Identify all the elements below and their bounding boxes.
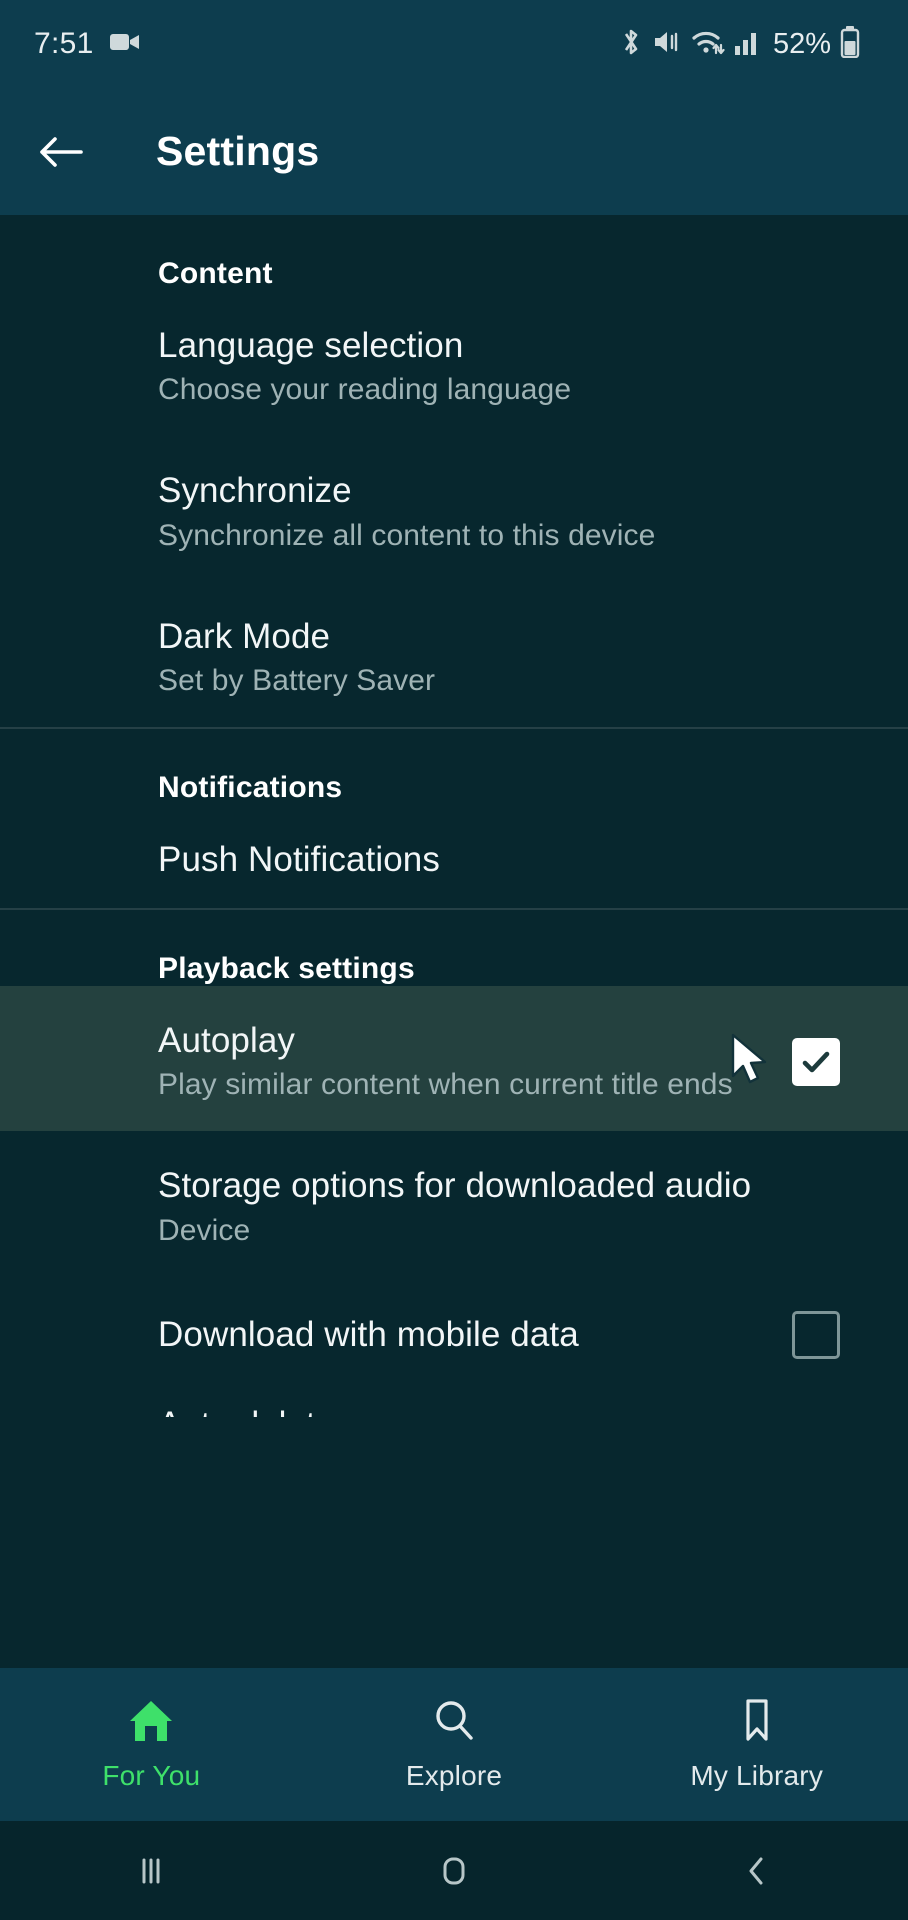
back-arrow-icon [40, 136, 83, 167]
video-camera-icon [109, 31, 140, 58]
setting-row-push-notifications[interactable]: Push Notifications [0, 805, 908, 908]
section-header-notifications: Notifications [158, 770, 343, 804]
row-texts: Download with mobile data [158, 1314, 792, 1355]
row-subtitle: Choose your reading language [158, 373, 572, 407]
battery-icon [840, 25, 860, 63]
setting-row-storage-options[interactable]: Storage options for downloaded audio Dev… [0, 1131, 908, 1276]
nav-item-explore[interactable]: Explore [303, 1697, 606, 1792]
page-title: Settings [156, 128, 320, 174]
nav-label-explore: Explore [405, 1760, 503, 1791]
row-texts: Language selection Choose your reading l… [158, 325, 868, 408]
row-subtitle: Device [158, 1213, 251, 1247]
nav-item-for-you[interactable]: For You [0, 1697, 303, 1792]
system-recents-button[interactable] [0, 1849, 303, 1893]
section-playback-settings: Playback settings Autoplay Play similar … [0, 910, 908, 1417]
cellular-signal-icon [734, 28, 760, 61]
download-mobile-data-checkbox[interactable] [792, 1310, 840, 1359]
status-time: 7:51 [34, 27, 94, 60]
autoplay-control-area [731, 1033, 840, 1086]
section-header-playback: Playback settings [158, 952, 415, 986]
bookmark-icon [732, 1697, 782, 1748]
row-subtitle: Play similar content when current title … [158, 1068, 733, 1102]
autoplay-checkbox[interactable] [792, 1037, 840, 1086]
home-icon [126, 1697, 176, 1748]
checkmark-icon [802, 1051, 830, 1073]
row-title: Language selection [158, 326, 464, 365]
row-texts: Autoplay Play similar content when curre… [158, 1020, 792, 1103]
setting-row-download-mobile-data[interactable]: Download with mobile data [0, 1277, 908, 1387]
row-subtitle: Set by Battery Saver [158, 663, 436, 697]
wifi-icon [691, 27, 725, 62]
row-title: Storage options for downloaded audio [158, 1166, 752, 1206]
phone-screen: 7:51 52% Settings Content Language selec… [0, 0, 908, 1920]
row-texts: Storage options for downloaded audio Dev… [158, 1165, 868, 1248]
system-home-button[interactable] [303, 1849, 606, 1893]
vibrate-icon [652, 27, 682, 62]
back-chevron-icon [749, 1857, 763, 1884]
system-back-button[interactable] [605, 1849, 908, 1893]
row-title: Download with mobile data [158, 1315, 579, 1355]
status-bar-left: 7:51 [34, 27, 140, 61]
android-system-nav-bar [0, 1821, 908, 1920]
home-square-icon [443, 1857, 465, 1884]
row-texts: Push Notifications [158, 839, 868, 880]
row-title: Dark Mode [158, 616, 331, 656]
setting-row-clipped[interactable]: Auto delete [0, 1387, 908, 1417]
setting-row-synchronize[interactable]: Synchronize Synchronize all content to t… [0, 436, 908, 581]
row-texts: Synchronize Synchronize all content to t… [158, 470, 868, 553]
app-bar: Settings [0, 88, 908, 215]
section-content: Content Language selection Choose your r… [0, 215, 908, 727]
row-subtitle: Synchronize all content to this device [158, 518, 656, 552]
setting-row-autoplay[interactable]: Autoplay Play similar content when curre… [0, 986, 908, 1132]
status-bar-right: 52% [619, 25, 874, 63]
nav-label-my-library: My Library [690, 1760, 824, 1791]
row-title: Synchronize [158, 471, 352, 511]
download-mobile-data-control-area [792, 1310, 840, 1359]
recents-icon [142, 1858, 160, 1883]
row-title: Push Notifications [158, 839, 440, 879]
battery-percent-label: 52% [772, 27, 831, 60]
nav-item-my-library[interactable]: My Library [605, 1697, 908, 1792]
status-bar: 7:51 52% [0, 0, 908, 88]
bluetooth-icon [619, 26, 643, 63]
setting-row-dark-mode[interactable]: Dark Mode Set by Battery Saver [0, 582, 908, 727]
search-icon [429, 1697, 479, 1748]
row-title: Autoplay [158, 1021, 296, 1061]
nav-label-for-you: For You [102, 1760, 201, 1791]
section-header-content: Content [158, 257, 273, 290]
section-notifications: Notifications Push Notifications [0, 729, 908, 908]
row-texts: Dark Mode Set by Battery Saver [158, 616, 868, 699]
setting-row-language-selection[interactable]: Language selection Choose your reading l… [0, 291, 908, 436]
settings-scroll-area[interactable]: Content Language selection Choose your r… [0, 215, 908, 1668]
bottom-navigation-bar: For You Explore My Library [0, 1668, 908, 1821]
back-button[interactable] [34, 125, 88, 179]
